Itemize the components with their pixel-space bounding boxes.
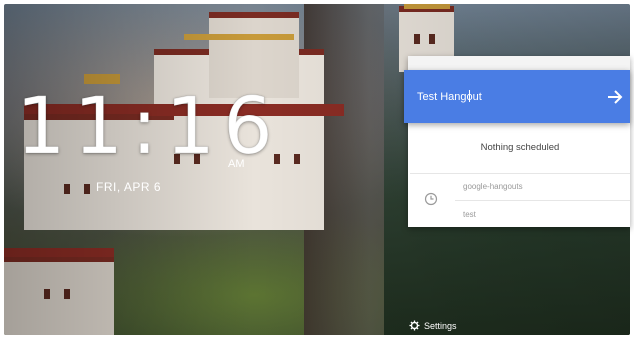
divider [410, 173, 630, 174]
clock-ampm: AM [228, 158, 245, 170]
divider [455, 200, 630, 201]
clock-icon [424, 192, 438, 206]
arrow-right-icon[interactable] [606, 88, 624, 106]
empty-schedule-message: Nothing scheduled [480, 142, 560, 153]
settings-button[interactable]: Settings [409, 320, 457, 331]
hangout-name-bar [404, 70, 630, 123]
text-caret [469, 90, 470, 102]
hangout-name-input[interactable] [417, 87, 587, 107]
gear-icon [409, 320, 420, 331]
card-header [408, 56, 630, 70]
event-subtitle[interactable]: test [463, 210, 476, 219]
clock-time: 11:16 [16, 82, 281, 172]
clock-date: FRI, APR 6 [96, 180, 162, 194]
settings-label: Settings [424, 320, 457, 331]
event-title[interactable]: google-hangouts [463, 182, 523, 191]
